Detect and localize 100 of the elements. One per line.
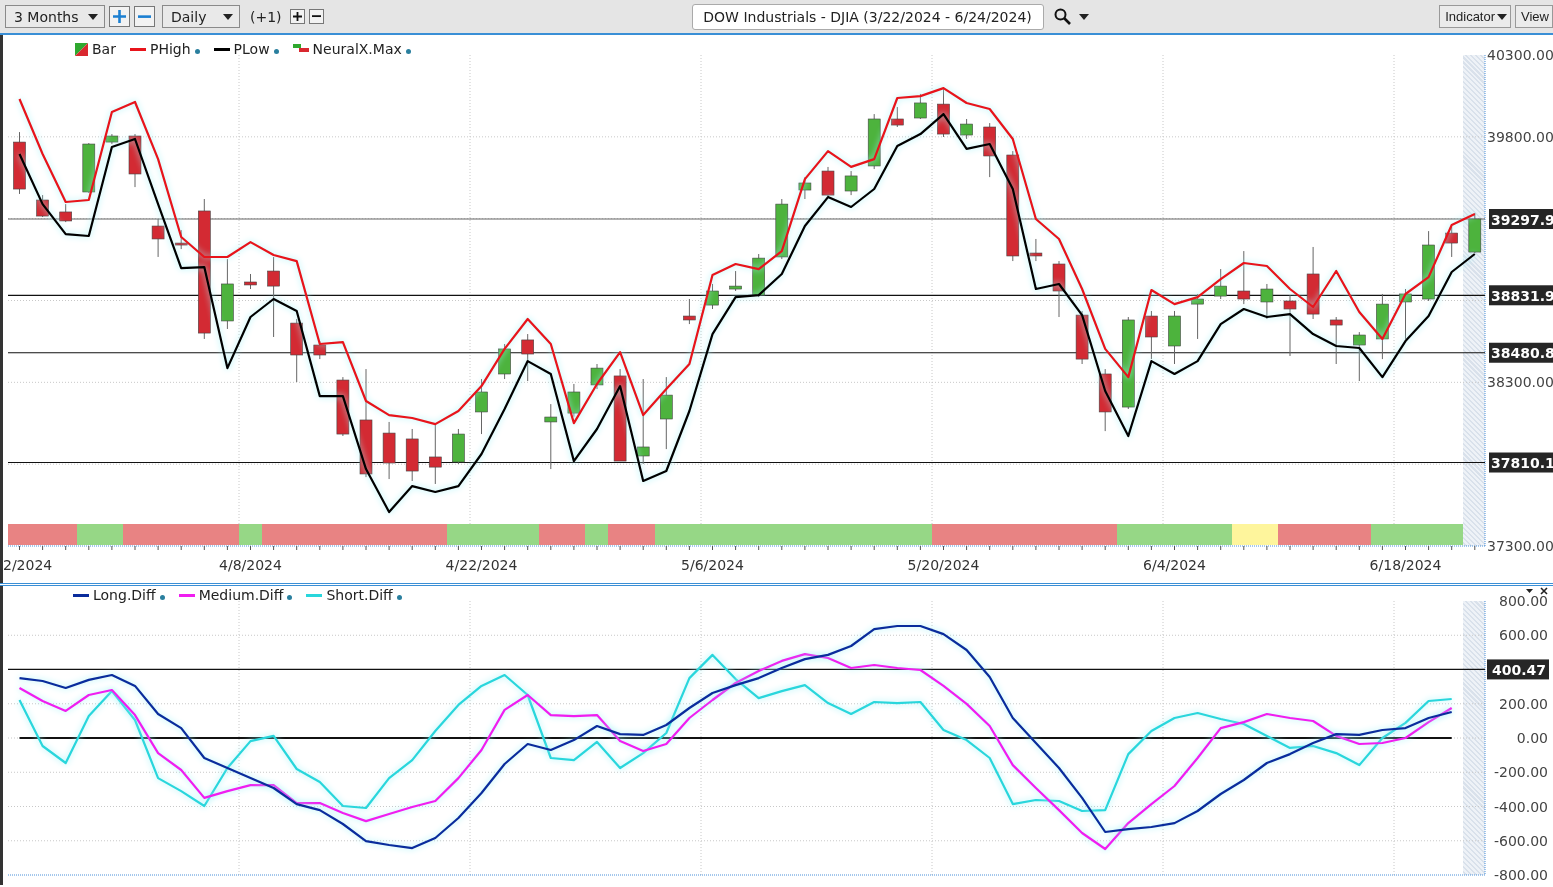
minus-icon [138,14,151,19]
candlestick [1353,331,1366,382]
increase-button[interactable] [289,9,305,24]
candlestick [105,133,119,145]
price-tag: 38831.9 [1489,285,1553,306]
settings-dot[interactable] [273,49,279,54]
decrease-button[interactable] [308,9,324,24]
close-icon[interactable] [1540,587,1548,595]
candlestick [960,118,973,140]
axis-label: -600.00 [1493,832,1548,849]
axis-label: 800.00 [1499,593,1548,609]
step-icon [292,44,309,54]
caret-icon [1078,13,1089,20]
candlestick [82,142,96,194]
price-tag: 39297.9 [1489,209,1553,229]
date-label: 5/20/2024 [907,557,980,573]
candlestick [567,383,581,418]
candlestick [914,93,927,120]
candlestick [13,131,26,195]
candlestick [1260,283,1274,320]
axis-label: -400.00 [1493,798,1548,815]
candlestick [1376,293,1389,360]
search-icon [1053,8,1071,25]
candlestick [937,88,950,138]
candlestick [729,270,742,292]
candlestick [706,283,719,310]
plus-icon [113,10,126,23]
bar-icon [75,42,88,56]
candlestick [1214,268,1227,300]
axis-label: 600.00 [1499,627,1548,644]
candlestick [1422,230,1435,302]
search-button[interactable] [1051,8,1073,25]
minus-icon [311,15,321,18]
settings-dot[interactable] [405,49,411,54]
search-menu-button[interactable] [1076,13,1091,20]
candlestick [429,423,442,485]
indicator-button[interactable]: Indicator [1439,5,1512,28]
candlestick [1399,288,1412,340]
axis-label: -200.00 [1493,764,1548,781]
symbol-field[interactable]: DOW Industrials - DJIA (3/22/2024 - 6/24/2024) [691,3,1044,30]
axis-label: 37300.00 [1487,538,1553,554]
candlestick [590,363,604,390]
axis-label: 40300.00 [1487,47,1553,63]
candlestick [151,218,165,258]
legend-label: Long.Diff [93,587,156,603]
candlestick [983,122,996,178]
candlestick [544,403,558,470]
settings-dot[interactable] [396,595,402,600]
candlestick [475,378,488,435]
candlestick [1145,310,1158,360]
axis-label: 0.00 [1516,730,1548,746]
legend-label: Medium.Diff [198,587,284,603]
candlestick [821,166,835,198]
period-dropdown[interactable]: 3 Months [5,5,105,28]
candlestick [891,106,904,128]
plus-icon [292,12,302,21]
axis-label: 200.00 [1499,695,1548,712]
candlestick [1052,260,1066,318]
settings-dot[interactable] [159,595,165,600]
candlestick [683,298,696,325]
interval-dropdown[interactable]: Daily [162,5,240,28]
legend-label: PHigh [149,41,191,57]
candlestick [1329,316,1343,365]
price-tag: 37810.1 [1489,452,1553,473]
axis-label: 38300.00 [1487,374,1553,391]
candlestick [498,343,511,380]
candlestick [221,258,234,330]
candlestick [1283,294,1297,357]
candlestick [775,198,789,260]
candlestick [867,113,881,170]
dropdown-icon[interactable] [1526,589,1533,593]
settings-dot[interactable] [287,595,293,600]
candlestick [1237,250,1251,305]
candlestick [382,421,396,480]
offset-label: (+1) [250,8,282,25]
candlestick [1029,238,1043,262]
date-label: 6/4/2024 [1143,557,1206,573]
axis-label: -800.00 [1493,867,1548,883]
axis-label: 39800.00 [1487,128,1553,145]
zoom-out-button[interactable] [134,6,155,27]
candlestick [59,203,72,223]
date-label: 2/2024 [3,557,53,573]
candlestick [174,229,188,250]
legend-label: PLow [233,41,270,57]
candlestick [844,170,858,196]
candlestick [1098,368,1112,432]
date-label: 4/8/2024 [219,557,282,573]
caret-icon [88,13,98,20]
view-button[interactable]: View [1515,5,1553,28]
date-label: 4/22/2024 [445,557,518,573]
candlestick [1168,310,1181,365]
candlestick [798,176,812,200]
candlestick [336,376,350,437]
caret-icon [1497,13,1508,20]
settings-dot[interactable] [194,49,200,54]
legend-label: Bar [92,41,116,57]
legend-label: Short.Diff [326,587,393,603]
date-label: 6/18/2024 [1369,557,1442,573]
legend-label: NeuralX.Max [312,41,402,57]
zoom-in-button[interactable] [109,6,130,27]
